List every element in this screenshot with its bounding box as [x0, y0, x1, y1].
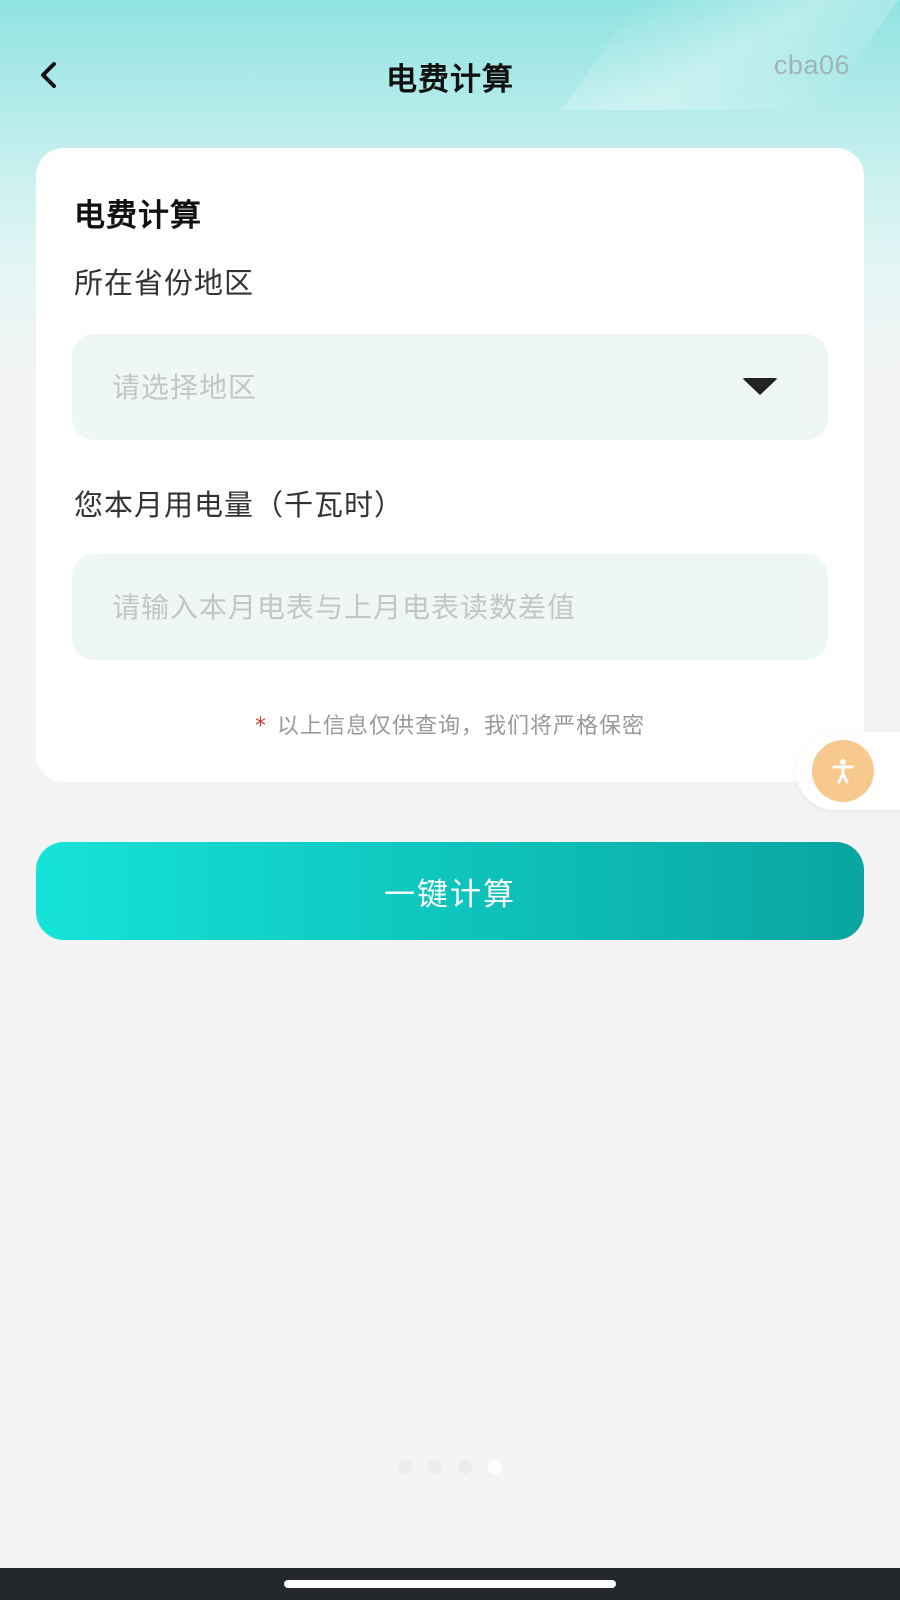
- page-dot-active: [488, 1460, 502, 1474]
- page-dot: [458, 1460, 472, 1474]
- privacy-text: 以上信息仅供查询，我们将严格保密: [276, 714, 645, 739]
- page-code: cba06: [773, 50, 850, 80]
- usage-input[interactable]: [112, 554, 792, 660]
- region-placeholder: 请选择地区: [112, 371, 258, 404]
- home-indicator[interactable]: [284, 1580, 616, 1588]
- usage-input-box[interactable]: [72, 554, 828, 660]
- calculator-form-card: 电费计算 所在省份地区 请选择地区 您本月用电量（千瓦时） * 以上信息仅供查询，…: [36, 148, 864, 782]
- region-label: 所在省份地区: [74, 266, 255, 300]
- privacy-note: * 以上信息仅供查询，我们将严格保密: [36, 708, 864, 740]
- screen: 电费计算 cba06 电费计算 所在省份地区 请选择地区 您本月用电量（千瓦时）…: [0, 0, 900, 1600]
- accessibility-button[interactable]: [812, 740, 874, 802]
- triangle-down-icon: [742, 378, 778, 395]
- floating-accessibility-tab: [796, 732, 900, 810]
- required-mark: *: [254, 714, 267, 739]
- navigation-bar: 电费计算 cba06: [0, 40, 900, 110]
- page-dot: [398, 1460, 412, 1474]
- page-indicator: [398, 1460, 502, 1474]
- calculate-button[interactable]: 一键计算: [36, 842, 864, 940]
- usage-label: 您本月用电量（千瓦时）: [74, 488, 405, 522]
- accessibility-icon: [832, 759, 854, 784]
- page-title: 电费计算: [386, 62, 514, 98]
- page-dot: [428, 1460, 442, 1474]
- region-select[interactable]: 请选择地区: [72, 334, 828, 440]
- card-title: 电费计算: [74, 198, 202, 234]
